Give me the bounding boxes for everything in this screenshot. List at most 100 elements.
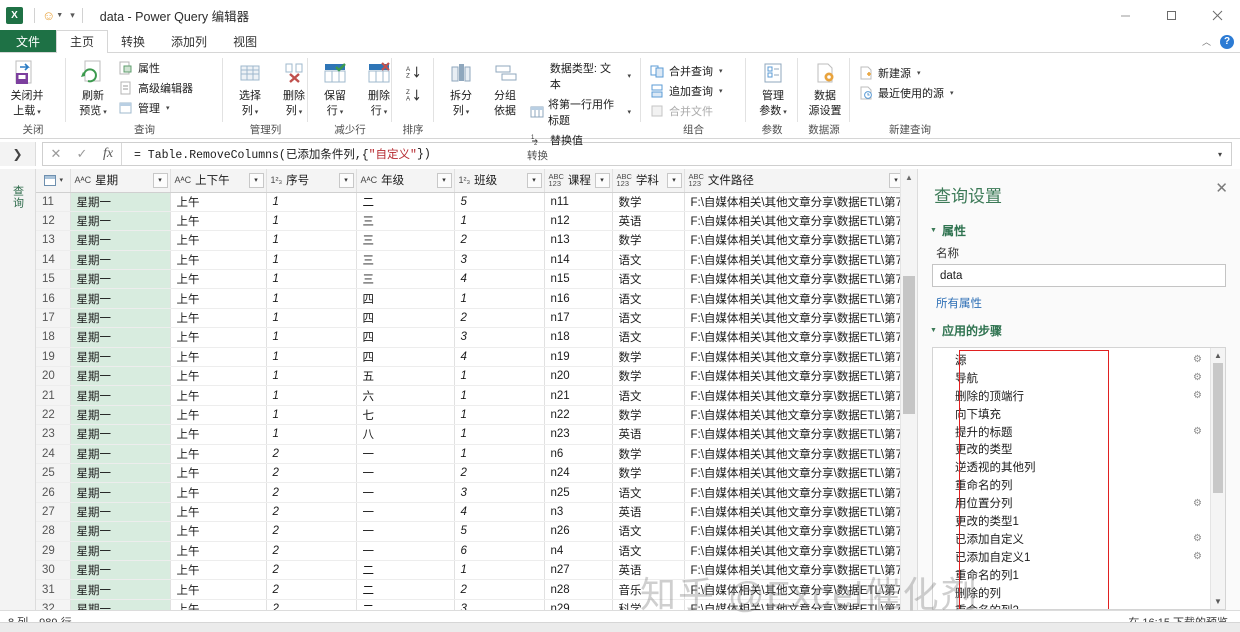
close-button[interactable] [1194,0,1240,30]
applied-step-item[interactable]: 导航 ⚙ [933,369,1210,387]
column-filter-dropdown-班级[interactable]: ▾ [526,172,542,188]
cell-序号[interactable]: 2 [266,482,357,503]
cell-序号[interactable]: 2 [266,599,357,610]
cell-学科[interactable]: 数学 [612,444,685,464]
cell-学科[interactable]: 语文 [612,269,685,290]
cell-年级[interactable]: 三 [356,211,455,232]
cell-序号[interactable]: 1 [266,288,357,309]
expand-queries-pane-icon[interactable]: ❯ [12,147,22,161]
applied-step-item[interactable]: 逆透视的其他列⚙ [933,458,1210,476]
applied-step-item[interactable]: 删除的列⚙ [933,584,1210,602]
scroll-thumb[interactable] [903,275,915,414]
cell-星期[interactable]: 星期一 [70,463,171,484]
cell-上下午[interactable]: 上午 [170,444,267,464]
cell-班级[interactable]: 1 [454,405,545,426]
column-filter-dropdown-年级[interactable]: ▾ [436,172,452,188]
cell-课程[interactable]: n16 [544,288,613,309]
cell-学科[interactable]: 语文 [612,327,685,348]
cell-文件路径[interactable]: F:\自媒体相关\其他文章分享\数据ETL\第7篇-p... [684,521,907,542]
table-row[interactable]: 23星期一上午1八1n23英语F:\自媒体相关\其他文章分享\数据ETL\第7篇… [36,424,907,445]
advanced-editor-button[interactable]: 高级编辑器 [116,79,197,97]
cell-序号[interactable]: 1 [266,308,357,329]
cell-学科[interactable]: 语文 [612,541,685,561]
cell-文件路径[interactable]: F:\自媒体相关\其他文章分享\数据ETL\第7篇-p... [684,385,907,406]
cell-年级[interactable]: 六 [356,385,455,406]
column-header-文件路径[interactable]: ABC 123 文件路径 ▾ [684,169,907,193]
properties-button[interactable]: 属性 [116,59,197,77]
tab-view[interactable]: 视图 [220,30,270,52]
cell-学科[interactable]: 语文 [612,482,685,503]
cell-年级[interactable]: 一 [356,521,455,542]
manage-parameters-button[interactable]: 管理 参数 ▾ [752,57,794,120]
cell-学科[interactable]: 音乐 [612,579,685,600]
table-row[interactable]: 29星期一上午2一6n4语文F:\自媒体相关\其他文章分享\数据ETL\第7篇-… [36,541,907,561]
grid-vertical-scrollbar[interactable]: ▲ [900,169,917,610]
cell-班级[interactable]: 3 [454,327,545,348]
cell-上下午[interactable]: 上午 [170,405,267,426]
cell-星期[interactable]: 星期一 [70,308,171,329]
new-source-button[interactable]: 新建源 ▾ [856,64,958,82]
column-header-年级[interactable]: AᴬC 年级 ▾ [356,169,455,193]
table-row[interactable]: 27星期一上午2一4n3英语F:\自媒体相关\其他文章分享\数据ETL\第7篇-… [36,502,907,523]
applied-step-item[interactable]: 删除的顶端行 ⚙ [933,387,1210,405]
cell-课程[interactable]: n17 [544,308,613,329]
cell-学科[interactable]: 数学 [612,366,685,387]
cell-星期[interactable]: 星期一 [70,327,171,348]
cell-上下午[interactable]: 上午 [170,521,267,542]
cell-序号[interactable]: 1 [266,347,357,368]
cell-学科[interactable]: 英语 [612,560,685,581]
cell-星期[interactable]: 星期一 [70,250,171,271]
cell-星期[interactable]: 星期一 [70,385,171,406]
applied-steps-section-header[interactable]: ▼ 应用的步骤 [918,313,1240,341]
formula-confirm-icon[interactable]: ✓ [69,146,95,162]
table-row[interactable]: 17星期一上午1四2n17语文F:\自媒体相关\其他文章分享\数据ETL\第7篇… [36,308,907,329]
cell-上下午[interactable]: 上午 [170,599,267,610]
cell-班级[interactable]: 2 [454,463,545,484]
cell-班级[interactable]: 4 [454,269,545,290]
cell-文件路径[interactable]: F:\自媒体相关\其他文章分享\数据ETL\第7篇-p... [684,444,907,464]
cell-文件路径[interactable]: F:\自媒体相关\其他文章分享\数据ETL\第7篇-p... [684,541,907,561]
cell-上下午[interactable]: 上午 [170,288,267,309]
table-row[interactable]: 15星期一上午1三4n15语文F:\自媒体相关\其他文章分享\数据ETL\第7篇… [36,269,907,290]
gear-icon[interactable]: ⚙ [1193,533,1202,544]
cell-年级[interactable]: 三 [356,250,455,271]
cell-文件路径[interactable]: F:\自媒体相关\其他文章分享\数据ETL\第7篇-p... [684,463,907,484]
scroll-track[interactable] [903,186,915,593]
cell-班级[interactable]: 1 [454,366,545,387]
cell-年级[interactable]: 七 [356,405,455,426]
column-filter-dropdown-学科[interactable]: ▾ [666,172,682,188]
cell-上下午[interactable]: 上午 [170,579,267,600]
cell-班级[interactable]: 2 [454,230,545,251]
cell-星期[interactable]: 星期一 [70,424,171,445]
column-filter-dropdown-序号[interactable]: ▾ [338,172,354,188]
cell-年级[interactable]: 二 [356,579,455,600]
cell-班级[interactable]: 1 [454,560,545,581]
table-row[interactable]: 21星期一上午1六1n21语文F:\自媒体相关\其他文章分享\数据ETL\第7篇… [36,385,907,406]
cell-上下午[interactable]: 上午 [170,250,267,271]
cell-文件路径[interactable]: F:\自媒体相关\其他文章分享\数据ETL\第7篇-p... [684,230,907,251]
column-header-上下午[interactable]: AᴬC 上下午 ▾ [170,169,267,193]
formula-expand-icon[interactable]: ▾ [1209,150,1231,159]
cell-上下午[interactable]: 上午 [170,211,267,232]
refresh-preview-button[interactable]: 刷新 预览 ▾ [72,57,114,120]
cell-班级[interactable]: 1 [454,444,545,464]
cell-序号[interactable]: 1 [266,327,357,348]
data-type-button[interactable]: 数据类型: 文本 ▾ [528,59,635,93]
column-header-学科[interactable]: ABC 123 学科 ▾ [612,169,685,193]
cell-星期[interactable]: 星期一 [70,230,171,251]
chevron-down-icon[interactable]: ▼ [56,12,63,19]
table-row[interactable]: 30星期一上午2二1n27英语F:\自媒体相关\其他文章分享\数据ETL\第7篇… [36,560,907,581]
applied-step-item[interactable]: 用位置分列 ⚙ [933,494,1210,512]
cell-课程[interactable]: n22 [544,405,613,426]
cell-课程[interactable]: n12 [544,211,613,232]
cell-星期[interactable]: 星期一 [70,269,171,290]
cell-年级[interactable]: 三 [356,269,455,290]
cell-文件路径[interactable]: F:\自媒体相关\其他文章分享\数据ETL\第7篇-p... [684,211,907,232]
close-and-load-button[interactable]: 关闭并 上载 ▾ [6,57,48,120]
cell-年级[interactable]: 四 [356,288,455,309]
column-filter-dropdown-课程[interactable]: ▾ [594,172,610,188]
cell-年级[interactable]: 二 [356,192,455,212]
tab-file[interactable]: 文件 [0,30,57,52]
select-all-corner[interactable]: ▾ [36,169,71,193]
formula-input[interactable]: = Table.RemoveColumns(已添加条件列,{"自定义"}) [121,143,1209,165]
